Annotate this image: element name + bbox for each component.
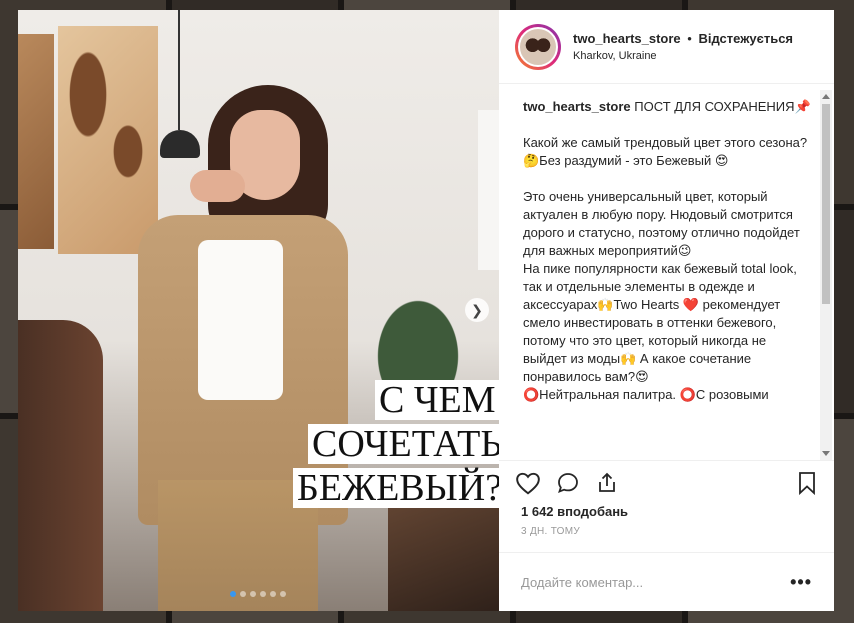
add-comment-bar: Додайте коментар... •••	[499, 552, 834, 611]
caption-first: two_hearts_store ПОСТ ДЛЯ СОХРАНЕНИЯ📌	[523, 98, 812, 116]
carousel-dot	[260, 591, 266, 597]
scroll-thumb[interactable]	[822, 104, 830, 304]
separator-dot: •	[687, 31, 692, 46]
carousel-dot	[250, 591, 256, 597]
bookmark-icon[interactable]	[796, 471, 818, 495]
carousel-dot	[280, 591, 286, 597]
share-icon[interactable]	[595, 471, 619, 495]
photo-overlay-text: С ЧЕМ СОЧЕТАТЬ БЕЖЕВЫЙ?	[293, 380, 499, 512]
caption-paragraph: Какой же самый трендовый цвет этого сезо…	[523, 135, 808, 168]
next-slide-button[interactable]: ❯	[465, 298, 489, 322]
chevron-right-icon: ❯	[471, 301, 483, 318]
avatar[interactable]	[518, 26, 558, 67]
overlay-line-1: С ЧЕМ	[375, 380, 499, 420]
wall-map	[58, 26, 158, 254]
post-side-panel: two_hearts_store • Відстежується Kharkov…	[499, 10, 834, 611]
carousel-dot	[270, 591, 276, 597]
username-link[interactable]: two_hearts_store	[573, 31, 681, 46]
carousel-indicator	[230, 591, 286, 597]
pendant-lamp	[160, 130, 200, 158]
location-link[interactable]: Kharkov, Ukraine	[573, 50, 793, 62]
avatar-ring[interactable]	[515, 23, 561, 70]
caption-paragraph: Это очень универсальный цвет, который ак…	[523, 189, 800, 402]
overlay-line-3: БЕЖЕВЫЙ?	[293, 468, 499, 508]
post-timestamp[interactable]: 3 ДН. ТОМУ	[499, 526, 834, 552]
scrollbar[interactable]	[820, 90, 832, 460]
comment-input[interactable]: Додайте коментар...	[521, 575, 790, 590]
post-header: two_hearts_store • Відстежується Kharkov…	[499, 10, 834, 84]
caption-text: ПОСТ ДЛЯ СОХРАНЕНИЯ📌	[634, 99, 811, 114]
caption-area[interactable]: two_hearts_store ПОСТ ДЛЯ СОХРАНЕНИЯ📌 Ка…	[499, 84, 834, 460]
heart-icon[interactable]	[515, 471, 541, 495]
comment-icon[interactable]	[555, 471, 581, 495]
carousel-dot-active	[230, 591, 236, 597]
carousel-dot	[240, 591, 246, 597]
follow-status-button[interactable]: Відстежується	[698, 31, 793, 46]
overlay-line-2: СОЧЕТАТЬ	[308, 424, 499, 464]
wall-map-left	[18, 34, 54, 249]
more-options-icon[interactable]: •••	[790, 572, 812, 593]
scroll-up-icon[interactable]	[822, 94, 830, 99]
scroll-down-icon[interactable]	[822, 451, 830, 456]
post-modal: С ЧЕМ СОЧЕТАТЬ БЕЖЕВЫЙ? ❯ two_hearts_sto…	[18, 10, 834, 611]
action-bar	[499, 460, 834, 504]
likes-count[interactable]: 1 642 вподобань	[499, 504, 834, 526]
caption-username[interactable]: two_hearts_store	[523, 99, 631, 114]
leather-chair	[18, 320, 103, 611]
post-photo[interactable]: С ЧЕМ СОЧЕТАТЬ БЕЖЕВЫЙ? ❯	[18, 10, 499, 611]
